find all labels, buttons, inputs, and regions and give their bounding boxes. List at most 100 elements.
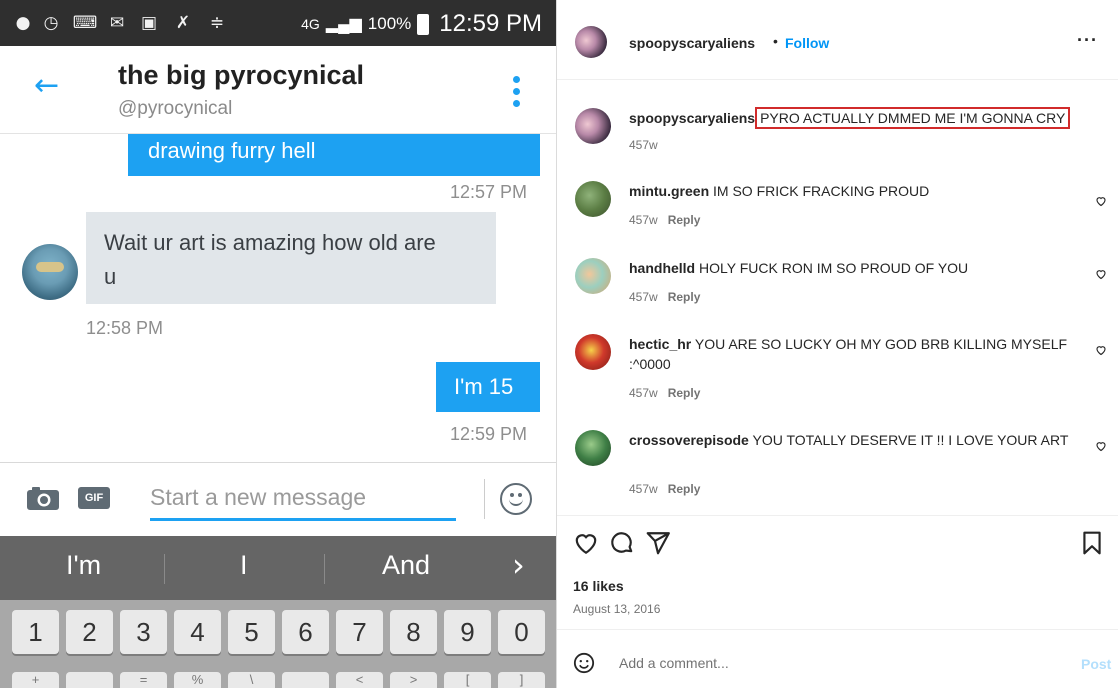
conversation-header: ← the big pyrocynical @pyrocynical bbox=[0, 46, 556, 134]
bookmark-icon[interactable] bbox=[1079, 530, 1105, 556]
mute-icon: ✗ bbox=[175, 13, 191, 33]
key-hint[interactable]: \ bbox=[228, 672, 275, 688]
post-author[interactable]: spoopyscaryaliens bbox=[629, 35, 755, 51]
suggestion-item[interactable]: I bbox=[240, 550, 248, 581]
back-arrow-icon[interactable]: ← bbox=[34, 68, 59, 103]
alarm-clock-icon: ◷ bbox=[43, 13, 59, 33]
comment-username[interactable]: handhelld bbox=[629, 260, 695, 276]
key-hint[interactable]: [ bbox=[444, 672, 491, 688]
key-8[interactable]: 8 bbox=[390, 610, 437, 654]
instagram-post-panel: spoopyscaryaliens • Follow ··· spoopysca… bbox=[556, 0, 1118, 688]
post-comment-button[interactable]: Post bbox=[1081, 656, 1111, 672]
number-row: 1 2 3 4 5 6 7 8 9 0 + = % \ < > [ ] bbox=[0, 600, 556, 688]
message-bubble-outgoing: drawing furry hell bbox=[128, 134, 540, 176]
like-heart-icon[interactable] bbox=[573, 530, 599, 556]
key-9[interactable]: 9 bbox=[444, 610, 491, 654]
comment-username[interactable]: mintu.green bbox=[629, 183, 709, 199]
key-3[interactable]: 3 bbox=[120, 610, 167, 654]
suggestion-item[interactable]: I'm bbox=[66, 550, 101, 581]
chat-bubble-icon: ● bbox=[15, 13, 31, 33]
conversation-name: the big pyrocynical bbox=[118, 60, 365, 90]
add-comment-input[interactable] bbox=[619, 650, 1039, 676]
follow-button[interactable]: Follow bbox=[785, 35, 829, 51]
message-text: Wait ur art is amazing how old are bbox=[104, 230, 436, 255]
like-count[interactable]: 16 likes bbox=[573, 578, 624, 594]
message-composer: GIF bbox=[0, 462, 556, 536]
wifi-icon: ≑ bbox=[209, 13, 225, 33]
avatar[interactable] bbox=[575, 108, 611, 144]
key-4[interactable]: 4 bbox=[174, 610, 221, 654]
avatar[interactable] bbox=[575, 181, 611, 217]
reply-button[interactable]: Reply bbox=[668, 290, 701, 304]
key-7[interactable]: 7 bbox=[336, 610, 383, 654]
divider bbox=[484, 479, 485, 519]
key-hint[interactable]: < bbox=[336, 672, 383, 688]
comment-username[interactable]: spoopyscaryaliens bbox=[629, 110, 755, 126]
comment-text: HOLY FUCK RON IM SO PROUD OF YOU bbox=[699, 260, 969, 276]
message-text: u bbox=[104, 264, 117, 289]
key-1[interactable]: 1 bbox=[12, 610, 59, 654]
dm-screenshot: ● ◷ ⌨ ✉ ▣ ✗ ≑ 4G ▂▄▆ 100% 12:59 PM ← the… bbox=[0, 0, 556, 688]
key-2[interactable]: 2 bbox=[66, 610, 113, 654]
comment-age: 457w bbox=[629, 482, 658, 496]
caption-text: PYRO ACTUALLY DMMED ME I'M GONNA CRY bbox=[755, 107, 1071, 129]
comment-username[interactable]: crossoverepisode bbox=[629, 432, 749, 448]
image-icon: ▣ bbox=[140, 13, 158, 33]
comment-age: 457w bbox=[629, 386, 658, 400]
reply-button[interactable]: Reply bbox=[668, 386, 701, 400]
key-0[interactable]: 0 bbox=[498, 610, 545, 654]
clock-time: 12:59 PM bbox=[439, 10, 542, 37]
separator-dot: • bbox=[773, 33, 778, 49]
comment-text: YOU ARE SO LUCKY OH MY GOD BRB KILLING M… bbox=[629, 336, 1068, 372]
message-input[interactable] bbox=[150, 477, 456, 521]
more-options-icon[interactable]: ··· bbox=[1077, 30, 1098, 51]
keyboard: I'm I And › 1 2 3 4 5 6 7 8 9 0 + = % \ … bbox=[0, 536, 556, 688]
key-hint[interactable] bbox=[282, 672, 329, 688]
camera-icon[interactable] bbox=[26, 485, 60, 511]
suggestion-item[interactable]: And bbox=[382, 550, 430, 581]
reply-button[interactable]: Reply bbox=[668, 482, 701, 496]
mail-icon: ✉ bbox=[109, 13, 125, 33]
conversation-handle: @pyrocynical bbox=[118, 98, 233, 119]
battery-percent: 100% bbox=[367, 14, 412, 33]
comment-username[interactable]: hectic_hr bbox=[629, 336, 691, 352]
heart-icon[interactable] bbox=[1095, 440, 1107, 452]
status-bar: ● ◷ ⌨ ✉ ▣ ✗ ≑ 4G ▂▄▆ 100% 12:59 PM bbox=[0, 0, 556, 46]
heart-icon[interactable] bbox=[1095, 268, 1107, 280]
comment-icon[interactable] bbox=[609, 530, 635, 556]
key-hint[interactable]: ] bbox=[498, 672, 545, 688]
key-hint[interactable] bbox=[66, 672, 113, 688]
comment-age: 457w bbox=[629, 213, 658, 227]
heart-icon[interactable] bbox=[1095, 195, 1107, 207]
emoji-icon[interactable] bbox=[500, 483, 532, 515]
keyboard-icon: ⌨ bbox=[72, 13, 98, 33]
reply-button[interactable]: Reply bbox=[668, 213, 701, 227]
avatar[interactable] bbox=[575, 258, 611, 294]
avatar bbox=[22, 244, 78, 300]
message-timestamp: 12:57 PM bbox=[450, 182, 528, 202]
network-type: 4G bbox=[301, 16, 320, 32]
key-6[interactable]: 6 bbox=[282, 610, 329, 654]
gif-button[interactable]: GIF bbox=[78, 487, 110, 509]
divider bbox=[557, 515, 1118, 516]
message-timestamp: 12:58 PM bbox=[86, 318, 164, 338]
comment-text: YOU TOTALLY DESERVE IT !! I LOVE YOUR AR… bbox=[752, 432, 1069, 448]
emoji-icon[interactable] bbox=[573, 652, 595, 674]
comment-age: 457w bbox=[629, 138, 658, 152]
signal-icon: ▂▄▆ bbox=[325, 16, 362, 33]
key-5[interactable]: 5 bbox=[228, 610, 275, 654]
key-hint[interactable]: > bbox=[390, 672, 437, 688]
avatar[interactable] bbox=[575, 430, 611, 466]
key-hint[interactable]: % bbox=[174, 672, 221, 688]
avatar[interactable] bbox=[575, 334, 611, 370]
avatar[interactable] bbox=[575, 26, 607, 58]
key-hint[interactable]: = bbox=[120, 672, 167, 688]
more-options-icon[interactable] bbox=[511, 76, 521, 107]
message-bubble-outgoing: I'm 15 bbox=[436, 362, 540, 412]
heart-icon[interactable] bbox=[1095, 344, 1107, 356]
key-hint[interactable]: + bbox=[12, 672, 59, 688]
message-timestamp: 12:59 PM bbox=[450, 424, 528, 444]
share-icon[interactable] bbox=[645, 530, 671, 556]
chevron-right-icon[interactable]: › bbox=[512, 546, 525, 584]
message-text: drawing furry hell bbox=[148, 138, 316, 163]
